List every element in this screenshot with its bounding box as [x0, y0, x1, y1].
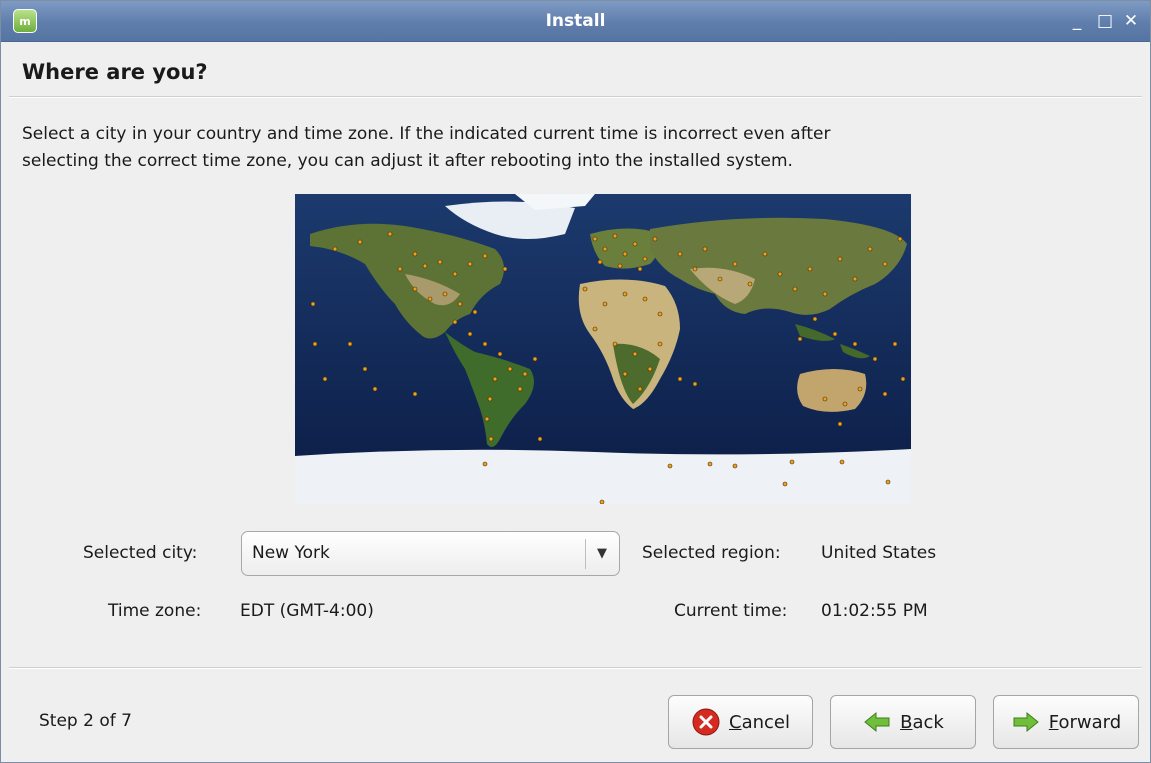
cancel-button[interactable]: Cancel: [668, 695, 813, 749]
forward-button-label: Forward: [1048, 711, 1122, 733]
title-bar[interactable]: m Install _ □ ✕: [1, 1, 1150, 42]
close-icon[interactable]: ✕: [1121, 11, 1141, 31]
back-button-label: Back: [900, 711, 944, 733]
arrow-left-icon: [864, 711, 890, 733]
cancel-icon: [692, 708, 720, 736]
current-time-value: 01:02:55 PM: [821, 601, 928, 621]
selected-region-label: Selected region:: [642, 543, 781, 563]
cancel-button-label: Cancel: [729, 711, 790, 733]
chevron-down-icon[interactable]: ▼: [592, 532, 612, 575]
window-title: Install: [545, 11, 606, 31]
description-line-1: Select a city in your country and time z…: [22, 124, 831, 144]
selected-city-label: Selected city:: [83, 543, 198, 563]
page-description: Select a city in your country and time z…: [22, 121, 1122, 175]
current-time-label: Current time:: [674, 601, 788, 621]
selected-region-value: United States: [821, 543, 937, 563]
description-line-2: selecting the correct time zone, you can…: [22, 151, 793, 171]
timezone-map[interactable]: [295, 194, 911, 504]
page-title: Where are you?: [22, 60, 208, 84]
header-divider: [9, 96, 1142, 98]
step-indicator: Step 2 of 7: [39, 711, 132, 731]
selected-city-value[interactable]: New York: [252, 532, 330, 575]
maximize-icon[interactable]: □: [1095, 11, 1115, 31]
combo-separator: [585, 539, 586, 569]
time-zone-value: EDT (GMT-4:00): [240, 601, 374, 621]
forward-button[interactable]: Forward: [993, 695, 1139, 749]
time-zone-label: Time zone:: [108, 601, 202, 621]
install-window: m Install _ □ ✕ Where are you? Select a …: [0, 0, 1151, 763]
back-button[interactable]: Back: [830, 695, 976, 749]
selected-city-combobox[interactable]: New York ▼: [241, 531, 620, 576]
world-map-image: [295, 194, 911, 504]
arrow-right-icon: [1013, 711, 1039, 733]
minimize-icon[interactable]: _: [1067, 11, 1087, 31]
footer-divider: [9, 667, 1142, 669]
